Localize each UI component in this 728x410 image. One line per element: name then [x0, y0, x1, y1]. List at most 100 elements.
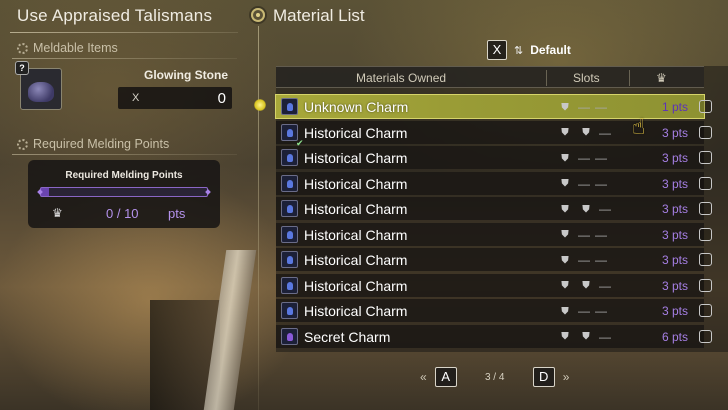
header-slots: Slots [573, 71, 600, 85]
row-checkbox[interactable] [699, 202, 712, 215]
quantity-field[interactable]: X 0 [118, 87, 232, 109]
slot-group: ⛊ — — [556, 228, 608, 242]
charm-icon [281, 98, 298, 115]
left-title-divider [10, 32, 238, 33]
next-arrow-icon: » [562, 370, 570, 384]
row-checkbox[interactable] [699, 100, 712, 113]
slot-group: ⛊ — — [556, 253, 608, 267]
slot-group: ⛊ ⛊ — [556, 202, 612, 216]
material-row[interactable]: Historical Charm ⛊ — — 3 pts [276, 171, 712, 195]
sort-control[interactable]: X ⇅ Default [487, 40, 571, 60]
material-name: Historical Charm [304, 277, 408, 294]
material-row[interactable]: Secret Charm ⛊ ⛊ — 6 pts [276, 324, 712, 348]
slot-group: ⛊ ⛊ — [556, 279, 612, 293]
material-points: 3 pts [661, 151, 688, 165]
meldable-item-slot[interactable]: ? [15, 61, 62, 110]
gear-icon [17, 138, 28, 150]
slot-icon: ⛊ [582, 127, 590, 138]
row-checkbox[interactable] [699, 253, 712, 266]
empty-slot: — [599, 329, 611, 344]
list-header: Materials Owned Slots ♛ [276, 66, 704, 88]
sort-label: Default [530, 43, 571, 57]
required-points-label: Required Melding Points [33, 137, 170, 151]
prev-page-button[interactable]: A [434, 367, 457, 387]
slot-group: ⛊ ⛊ — [556, 330, 612, 344]
material-row[interactable]: Historical Charm ⛊ ⛊ — 3 pts [276, 197, 712, 220]
section-divider [12, 154, 237, 155]
page-indicator: 3 / 4 [484, 371, 505, 383]
melding-points-icon: ♛ [52, 206, 63, 220]
row-checkbox[interactable] [699, 278, 712, 292]
empty-slot: — [595, 100, 607, 114]
charm-icon [281, 327, 298, 345]
section-divider [12, 58, 237, 59]
selection-marker-icon [254, 99, 266, 111]
material-name: Historical Charm [304, 303, 408, 319]
row-checkbox[interactable] [699, 227, 712, 241]
meldable-items-heading: Meldable Items [17, 41, 118, 55]
slot-group: ⛊ — — [556, 177, 608, 191]
melding-points-box: Required Melding Points ♛ 0 / 10 pts [28, 160, 220, 228]
charm-icon [281, 225, 298, 243]
charm-icon [281, 200, 298, 217]
melding-points-icon: ♛ [656, 71, 667, 85]
empty-slot: — [595, 151, 607, 165]
charm-icon [281, 251, 298, 268]
left-panel-title: Use Appraised Talismans [17, 6, 213, 25]
next-page-button[interactable]: D [532, 367, 555, 387]
material-points: 3 pts [661, 253, 688, 267]
row-checkbox[interactable] [699, 176, 712, 190]
charm-icon [281, 149, 298, 166]
header-separator [629, 70, 630, 86]
empty-slot: — [595, 304, 607, 318]
material-name: Historical Charm [304, 150, 408, 166]
material-points: 3 pts [661, 176, 688, 191]
slot-icon: ⛊ [561, 331, 569, 342]
material-row[interactable]: Historical Charm ⛊ ⛊ — 3 pts [276, 273, 712, 297]
slot-icon: ⛊ [561, 178, 569, 189]
slot-group: ⛊ — — [556, 304, 608, 318]
material-points: 3 pts [661, 202, 688, 216]
required-points-heading: Required Melding Points [17, 137, 169, 151]
material-points: 3 pts [661, 278, 688, 293]
meldable-item-name: Glowing Stone [144, 68, 228, 82]
material-name: Secret Charm [304, 328, 391, 345]
melding-points-value: 0 / 10 [106, 206, 139, 221]
quantity-value: 0 [217, 89, 226, 107]
question-mark-icon: ? [15, 61, 29, 75]
charm-icon [281, 276, 298, 294]
material-points: 3 pts [661, 227, 688, 242]
header-materials: Materials Owned [356, 71, 447, 85]
material-name: Historical Charm [304, 175, 408, 192]
empty-slot: — [595, 253, 607, 267]
row-checkbox[interactable] [699, 304, 712, 317]
melding-points-unit: pts [168, 206, 186, 221]
material-row[interactable]: Historical Charm ⛊ — — 3 pts [276, 146, 712, 169]
row-checkbox[interactable] [699, 151, 712, 164]
slot-icon: ⛊ [561, 101, 569, 113]
slot-icon: ⛊ [561, 203, 569, 215]
slot-group: ⛊ — — [556, 151, 608, 165]
meldable-items-label: Meldable Items [33, 41, 118, 55]
material-name: Historical Charm [304, 124, 408, 141]
empty-slot: — [578, 253, 590, 267]
material-row[interactable]: Historical Charm ⛊ — — 3 pts [276, 299, 712, 322]
check-mark-icon: ✔ [296, 138, 304, 148]
melding-progress-bar [40, 187, 208, 197]
empty-slot: — [595, 176, 607, 191]
pager: « A 3 / 4 D » [420, 367, 569, 387]
material-name: Historical Charm [304, 201, 408, 217]
sort-icon: ⇅ [514, 44, 524, 57]
pointer-hand-icon: ☝ [632, 114, 646, 139]
row-checkbox[interactable] [699, 329, 712, 343]
material-row[interactable]: Historical Charm ⛊ — — 3 pts [276, 222, 712, 246]
material-points: 3 pts [661, 304, 688, 318]
slot-icon: ⛊ [561, 152, 569, 164]
empty-slot: — [578, 176, 590, 191]
sort-key-button[interactable]: X [487, 40, 507, 60]
row-checkbox[interactable] [699, 125, 712, 139]
material-points: 1 pts [661, 100, 688, 114]
slot-icon: ⛊ [561, 254, 569, 266]
material-row[interactable]: Historical Charm ⛊ — — 3 pts [276, 248, 712, 271]
slot-icon: ⛊ [561, 305, 569, 317]
